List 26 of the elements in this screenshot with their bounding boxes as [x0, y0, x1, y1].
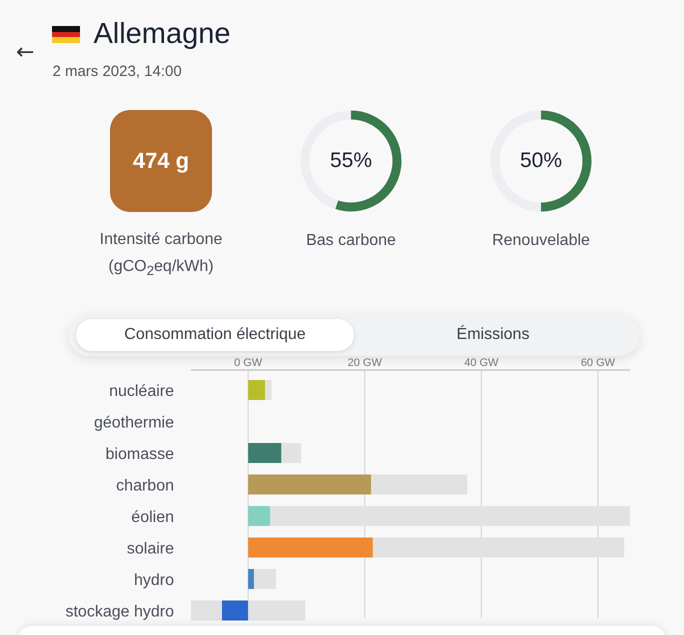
- country-title: Allemagne: [93, 18, 230, 51]
- percent-value: 55%: [330, 149, 372, 173]
- metric-label: Renouvelable: [492, 231, 590, 251]
- unit-label: (gCO$_{2}$eq/kWh): [108, 257, 214, 280]
- source-label: stockage hydro: [65, 604, 174, 621]
- back-button[interactable]: ←: [16, 38, 34, 66]
- source-label: géothermie: [94, 414, 174, 432]
- source-label: hydro: [134, 572, 174, 590]
- axis-tick-label: 40 GW: [464, 357, 498, 370]
- flag-icon: [52, 26, 80, 43]
- timestamp: 2 mars 2023, 14:00: [52, 63, 183, 80]
- tab[interactable]: Émissions: [354, 319, 632, 352]
- carbon-intensity-badge: 474 g: [110, 110, 212, 212]
- source-label: nucléaire: [109, 383, 174, 400]
- axis-tick-label: 60 GW: [580, 357, 616, 370]
- percent-value: 50%: [520, 149, 562, 173]
- axis-tick-label: 20 GW: [348, 357, 382, 370]
- bar-segment: [191, 600, 222, 621]
- source-label: charbon: [116, 478, 174, 495]
- axis-tick-label: 0 GW: [234, 357, 262, 370]
- metric-label: Bas carbone: [306, 231, 396, 251]
- source-label: solaire: [126, 540, 174, 558]
- source-label: biomasse: [106, 446, 174, 464]
- source-label: éolien: [131, 509, 174, 526]
- tab[interactable]: Consommation électrique: [76, 319, 354, 352]
- metric-label: Intensité carbone: [100, 230, 222, 250]
